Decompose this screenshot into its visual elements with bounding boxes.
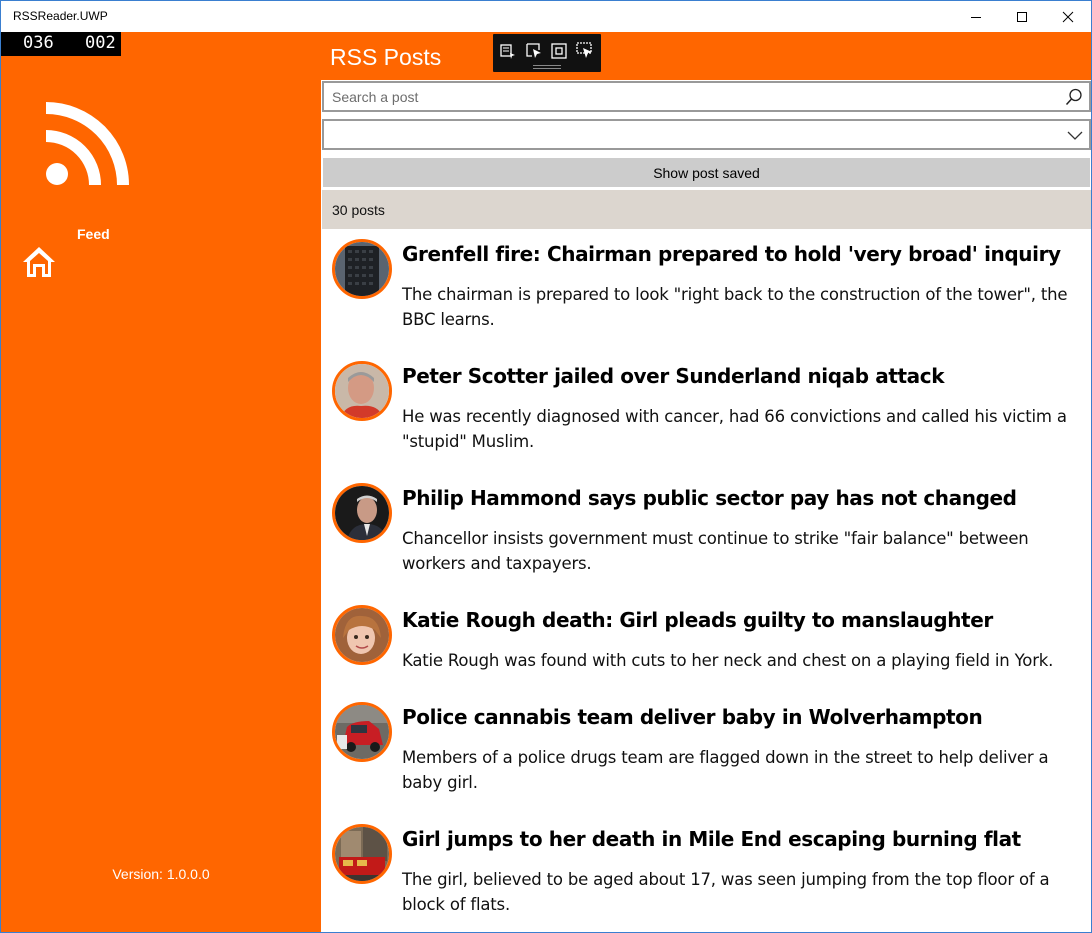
portrait-image — [335, 364, 389, 418]
home-icon — [23, 247, 55, 277]
post-item[interactable]: Grenfell fire: Chairman prepared to hold… — [322, 229, 1091, 351]
window-title: RSSReader.UWP — [13, 9, 108, 23]
search-icon[interactable] — [1065, 88, 1083, 106]
frame-rate-counter: 036 002 — [1, 32, 121, 56]
navigation-pane: 036 002 Feed Version: 1.0.0.0 — [1, 32, 321, 932]
post-thumbnail — [332, 824, 392, 884]
debug-toolbar — [493, 34, 601, 72]
app-window: RSSReader.UWP 036 002 Feed Version: 1.0.… — [0, 0, 1092, 933]
minimize-icon — [971, 16, 981, 18]
post-title: Grenfell fire: Chairman prepared to hold… — [402, 242, 1061, 266]
portrait-image — [335, 608, 389, 662]
post-title: Katie Rough death: Girl pleads guilty to… — [402, 608, 993, 632]
feed-select[interactable] — [322, 119, 1091, 150]
post-description: The chairman is prepared to look "right … — [402, 285, 1068, 329]
maximize-icon — [1017, 11, 1027, 22]
toolbar-grip[interactable] — [533, 65, 561, 69]
chevron-down-icon — [1067, 131, 1083, 140]
post-description: Members of a police drugs team are flagg… — [402, 748, 1049, 792]
post-title: Girl jumps to her death in Mile End esca… — [402, 827, 1021, 851]
post-thumbnail — [332, 361, 392, 421]
version-label: Version: 1.0.0.0 — [112, 866, 210, 882]
post-title: Philip Hammond says public sector pay ha… — [402, 486, 1017, 510]
car-image — [335, 705, 389, 759]
post-description: The girl, believed to be aged about 17, … — [402, 870, 1050, 914]
post-description: Katie Rough was found with cuts to her n… — [402, 651, 1054, 670]
select-element-icon[interactable] — [524, 41, 544, 61]
posts-list: Grenfell fire: Chairman prepared to hold… — [322, 229, 1091, 932]
post-item[interactable]: Philip Hammond says public sector pay ha… — [322, 473, 1091, 595]
nav-item-feed-label: Feed — [77, 226, 110, 242]
close-icon — [1062, 11, 1074, 22]
fire-scene-image — [335, 827, 389, 881]
post-title: Peter Scotter jailed over Sunderland niq… — [402, 364, 945, 388]
post-thumbnail — [332, 483, 392, 543]
search-box — [322, 81, 1091, 112]
page-title: RSS Posts — [330, 44, 442, 70]
frame-counter-right: 002 — [85, 33, 116, 53]
post-thumbnail — [332, 702, 392, 762]
maximize-button[interactable] — [999, 1, 1045, 32]
nav-item-feed[interactable]: Feed — [21, 224, 141, 284]
post-thumbnail — [332, 239, 392, 299]
live-tree-icon[interactable] — [498, 41, 518, 61]
minimize-button[interactable] — [953, 1, 999, 32]
frame-counter-left: 036 — [23, 33, 54, 53]
show-saved-button[interactable]: Show post saved — [323, 158, 1090, 187]
post-item[interactable]: Girl jumps to her death in Mile End esca… — [322, 814, 1091, 932]
portrait-image — [335, 486, 389, 540]
post-thumbnail — [332, 605, 392, 665]
close-button[interactable] — [1045, 1, 1091, 32]
post-description: Chancellor insists government must conti… — [402, 529, 1029, 573]
posts-count-bar: 30 posts — [322, 190, 1091, 229]
posts-count: 30 posts — [332, 202, 385, 218]
layout-adorner-icon[interactable] — [549, 41, 569, 61]
tower-image — [335, 242, 389, 296]
post-description: He was recently diagnosed with cancer, h… — [402, 407, 1067, 451]
page-header: RSS Posts — [321, 32, 1091, 80]
rss-icon — [45, 102, 129, 186]
post-title: Police cannabis team deliver baby in Wol… — [402, 705, 983, 729]
post-item[interactable]: Police cannabis team deliver baby in Wol… — [322, 692, 1091, 814]
search-input[interactable] — [332, 87, 1052, 107]
track-focus-icon[interactable] — [575, 41, 595, 61]
title-bar: RSSReader.UWP — [1, 1, 1091, 32]
post-item[interactable]: Peter Scotter jailed over Sunderland niq… — [322, 351, 1091, 473]
